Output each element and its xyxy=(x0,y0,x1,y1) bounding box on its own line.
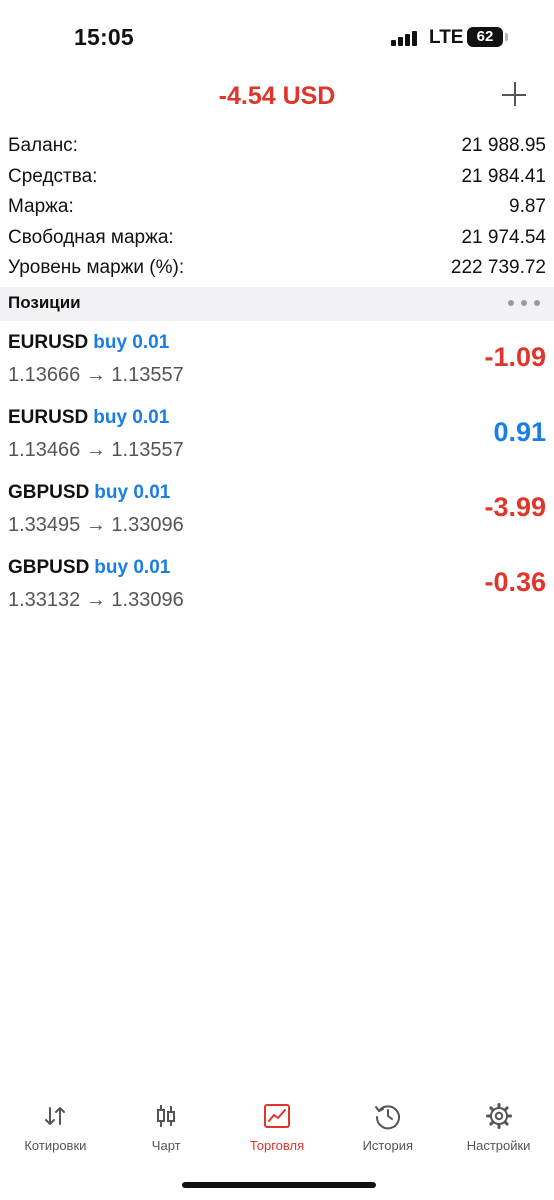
candlestick-chart-icon xyxy=(157,1105,176,1127)
position-title: EURUSD buy 0.01 xyxy=(8,332,169,354)
gear-icon xyxy=(485,1103,512,1129)
summary-label: Баланс: xyxy=(8,135,78,156)
battery-level: 62 xyxy=(476,28,494,45)
position-side: buy 0.01 xyxy=(93,407,170,428)
position-symbol: GBPUSD xyxy=(8,482,90,503)
tab-label: Чарт xyxy=(151,1138,181,1153)
position-prices: 1.33132 → 1.33096 xyxy=(8,589,184,611)
position-row[interactable]: EURUSD buy 0.01 1.13466 → 1.13557 0.91 xyxy=(0,399,554,474)
summary-value: 21 984.41 xyxy=(461,165,546,187)
trade-chart-icon xyxy=(263,1104,290,1128)
position-profit: 0.91 xyxy=(493,417,546,447)
positions-title: Позиции xyxy=(8,293,81,312)
tab-chart[interactable]: Чарт xyxy=(111,1096,222,1166)
position-side: buy 0.01 xyxy=(94,557,171,578)
position-row[interactable]: GBPUSD buy 0.01 1.33495 → 1.33096 -3.99 xyxy=(0,474,554,549)
total-profit: -4.54 USD xyxy=(218,82,336,110)
summary-label: Маржа: xyxy=(8,196,74,217)
summary-row-margin: Маржа: 9.87 xyxy=(8,192,546,223)
position-side: buy 0.01 xyxy=(93,332,170,353)
tab-settings[interactable]: Настройки xyxy=(443,1096,554,1166)
header: -4.54 USD xyxy=(0,76,554,126)
history-clock-icon xyxy=(374,1105,400,1130)
summary-label: Средства: xyxy=(8,165,98,187)
position-row[interactable]: EURUSD buy 0.01 1.13666 → 1.13557 -1.09 xyxy=(0,324,554,399)
battery-icon: 62 xyxy=(467,27,503,47)
position-title: GBPUSD buy 0.01 xyxy=(8,557,170,579)
position-side: buy 0.01 xyxy=(94,482,171,503)
position-symbol: GBPUSD xyxy=(8,557,90,578)
summary-value: 9.87 xyxy=(509,196,546,217)
summary-row-margin-level: Уровень маржи (%): 222 739.72 xyxy=(8,253,546,284)
position-row[interactable]: GBPUSD buy 0.01 1.33132 → 1.33096 -0.36 xyxy=(0,549,554,624)
tab-label: Котировки xyxy=(24,1138,87,1153)
home-indicator[interactable] xyxy=(182,1182,376,1188)
summary-value: 222 739.72 xyxy=(450,257,546,278)
tab-label: Торговля xyxy=(249,1138,305,1153)
position-symbol: EURUSD xyxy=(8,407,89,428)
positions-list: EURUSD buy 0.01 1.13666 → 1.13557 -1.09 E… xyxy=(0,324,554,624)
position-prices: 1.13666 → 1.13557 xyxy=(8,364,184,386)
tab-quotes[interactable]: Котировки xyxy=(0,1096,111,1166)
summary-label: Свободная маржа: xyxy=(8,226,174,248)
ellipsis-icon[interactable] xyxy=(508,295,540,311)
plus-icon[interactable] xyxy=(500,80,530,110)
network-type: LTE xyxy=(429,27,464,48)
summary-row-equity: Средства: 21 984.41 xyxy=(8,162,546,193)
position-profit: -3.99 xyxy=(484,492,546,522)
tab-trade[interactable]: Торговля xyxy=(222,1096,333,1166)
position-title: EURUSD buy 0.01 xyxy=(8,407,169,429)
position-profit: -0.36 xyxy=(484,567,546,597)
position-prices: 1.33495 → 1.33096 xyxy=(8,514,184,536)
summary-row-free-margin: Свободная маржа: 21 974.54 xyxy=(8,223,546,254)
summary-value: 21 988.95 xyxy=(461,135,546,156)
summary-label: Уровень маржи (%): xyxy=(8,257,185,278)
position-title: GBPUSD buy 0.01 xyxy=(8,482,170,504)
positions-header: Позиции xyxy=(0,287,554,321)
account-summary: Баланс: 21 988.95 Средства: 21 984.41 Ма… xyxy=(8,131,546,284)
summary-value: 21 974.54 xyxy=(461,226,546,248)
summary-row-balance: Баланс: 21 988.95 xyxy=(8,131,546,162)
position-profit: -1.09 xyxy=(484,342,546,372)
signal-icon xyxy=(391,31,419,46)
status-bar: 15:05 LTE 62 xyxy=(0,0,554,76)
status-time: 15:05 xyxy=(74,24,134,50)
tab-label: История xyxy=(362,1138,413,1153)
battery-nub xyxy=(505,33,508,41)
trade-screen: 15:05 LTE 62 -4.54 USD Баланс: 21 988.95… xyxy=(0,0,554,1200)
tab-bar: Котировки Чарт Торговля История Настройк… xyxy=(0,1096,554,1166)
position-symbol: EURUSD xyxy=(8,332,89,353)
position-prices: 1.13466 → 1.13557 xyxy=(8,439,184,461)
tab-history[interactable]: История xyxy=(332,1096,443,1166)
quotes-arrows-icon xyxy=(45,1107,66,1125)
tab-label: Настройки xyxy=(466,1138,531,1153)
